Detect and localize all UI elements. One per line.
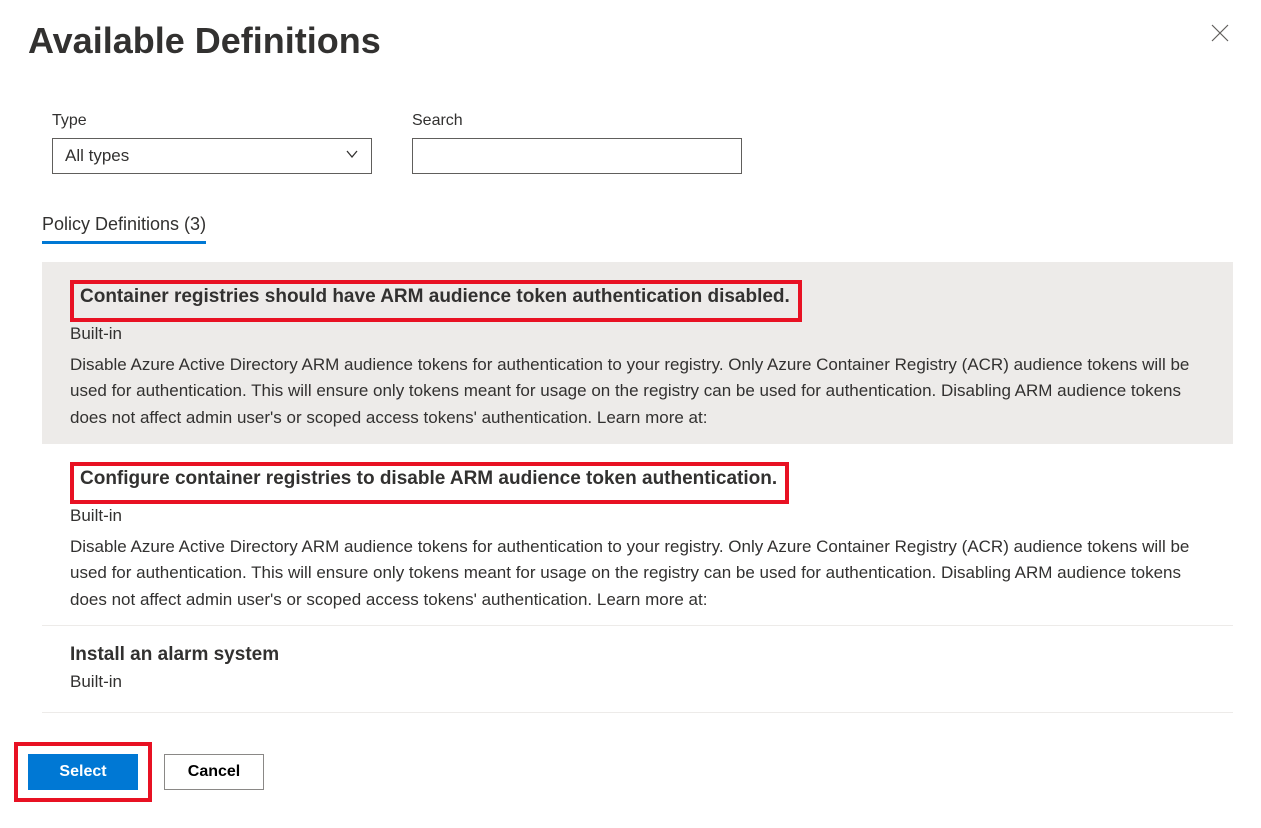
definition-type: Built-in — [70, 324, 1205, 344]
definition-title: Configure container registries to disabl… — [80, 468, 777, 490]
panel-title: Available Definitions — [28, 20, 381, 62]
close-button[interactable] — [1207, 20, 1233, 50]
search-input[interactable] — [412, 138, 742, 174]
list-item[interactable]: Configure container registries to disabl… — [42, 444, 1233, 626]
definition-title: Install an alarm system — [70, 644, 279, 666]
definition-description: Disable Azure Active Directory ARM audie… — [70, 534, 1205, 613]
chevron-down-icon — [345, 146, 359, 166]
search-filter-group: Search — [412, 112, 742, 174]
definition-type: Built-in — [70, 672, 1205, 692]
type-select-value: All types — [65, 146, 129, 166]
definition-description: Disable Azure Active Directory ARM audie… — [70, 352, 1205, 431]
list-item[interactable]: Container registries should have ARM aud… — [42, 262, 1233, 444]
annotation-highlight: Select — [14, 742, 152, 802]
definitions-list-scroll[interactable]: Container registries should have ARM aud… — [42, 262, 1233, 722]
tab-policy-definitions[interactable]: Policy Definitions (3) — [42, 214, 206, 244]
tabs-row: Policy Definitions (3) — [28, 214, 1233, 244]
annotation-highlight: Configure container registries to disabl… — [70, 462, 789, 504]
filters-row: Type All types Search — [28, 112, 1233, 174]
list-item[interactable]: Install an alarm system Built-in — [42, 626, 1233, 713]
definition-type: Built-in — [70, 506, 1205, 526]
definition-title: Container registries should have ARM aud… — [80, 286, 790, 308]
type-label: Type — [52, 112, 372, 130]
cancel-button[interactable]: Cancel — [164, 754, 264, 790]
select-button[interactable]: Select — [28, 754, 138, 790]
definitions-list-container: Container registries should have ARM aud… — [28, 262, 1233, 730]
type-select[interactable]: All types — [52, 138, 372, 174]
search-label: Search — [412, 112, 742, 130]
close-icon — [1211, 25, 1229, 47]
panel-header: Available Definitions — [28, 20, 1233, 62]
available-definitions-panel: Available Definitions Type All types Sea… — [0, 0, 1261, 828]
type-filter-group: Type All types — [52, 112, 372, 174]
panel-footer: Select Cancel — [14, 730, 1233, 808]
annotation-highlight: Container registries should have ARM aud… — [70, 280, 802, 322]
